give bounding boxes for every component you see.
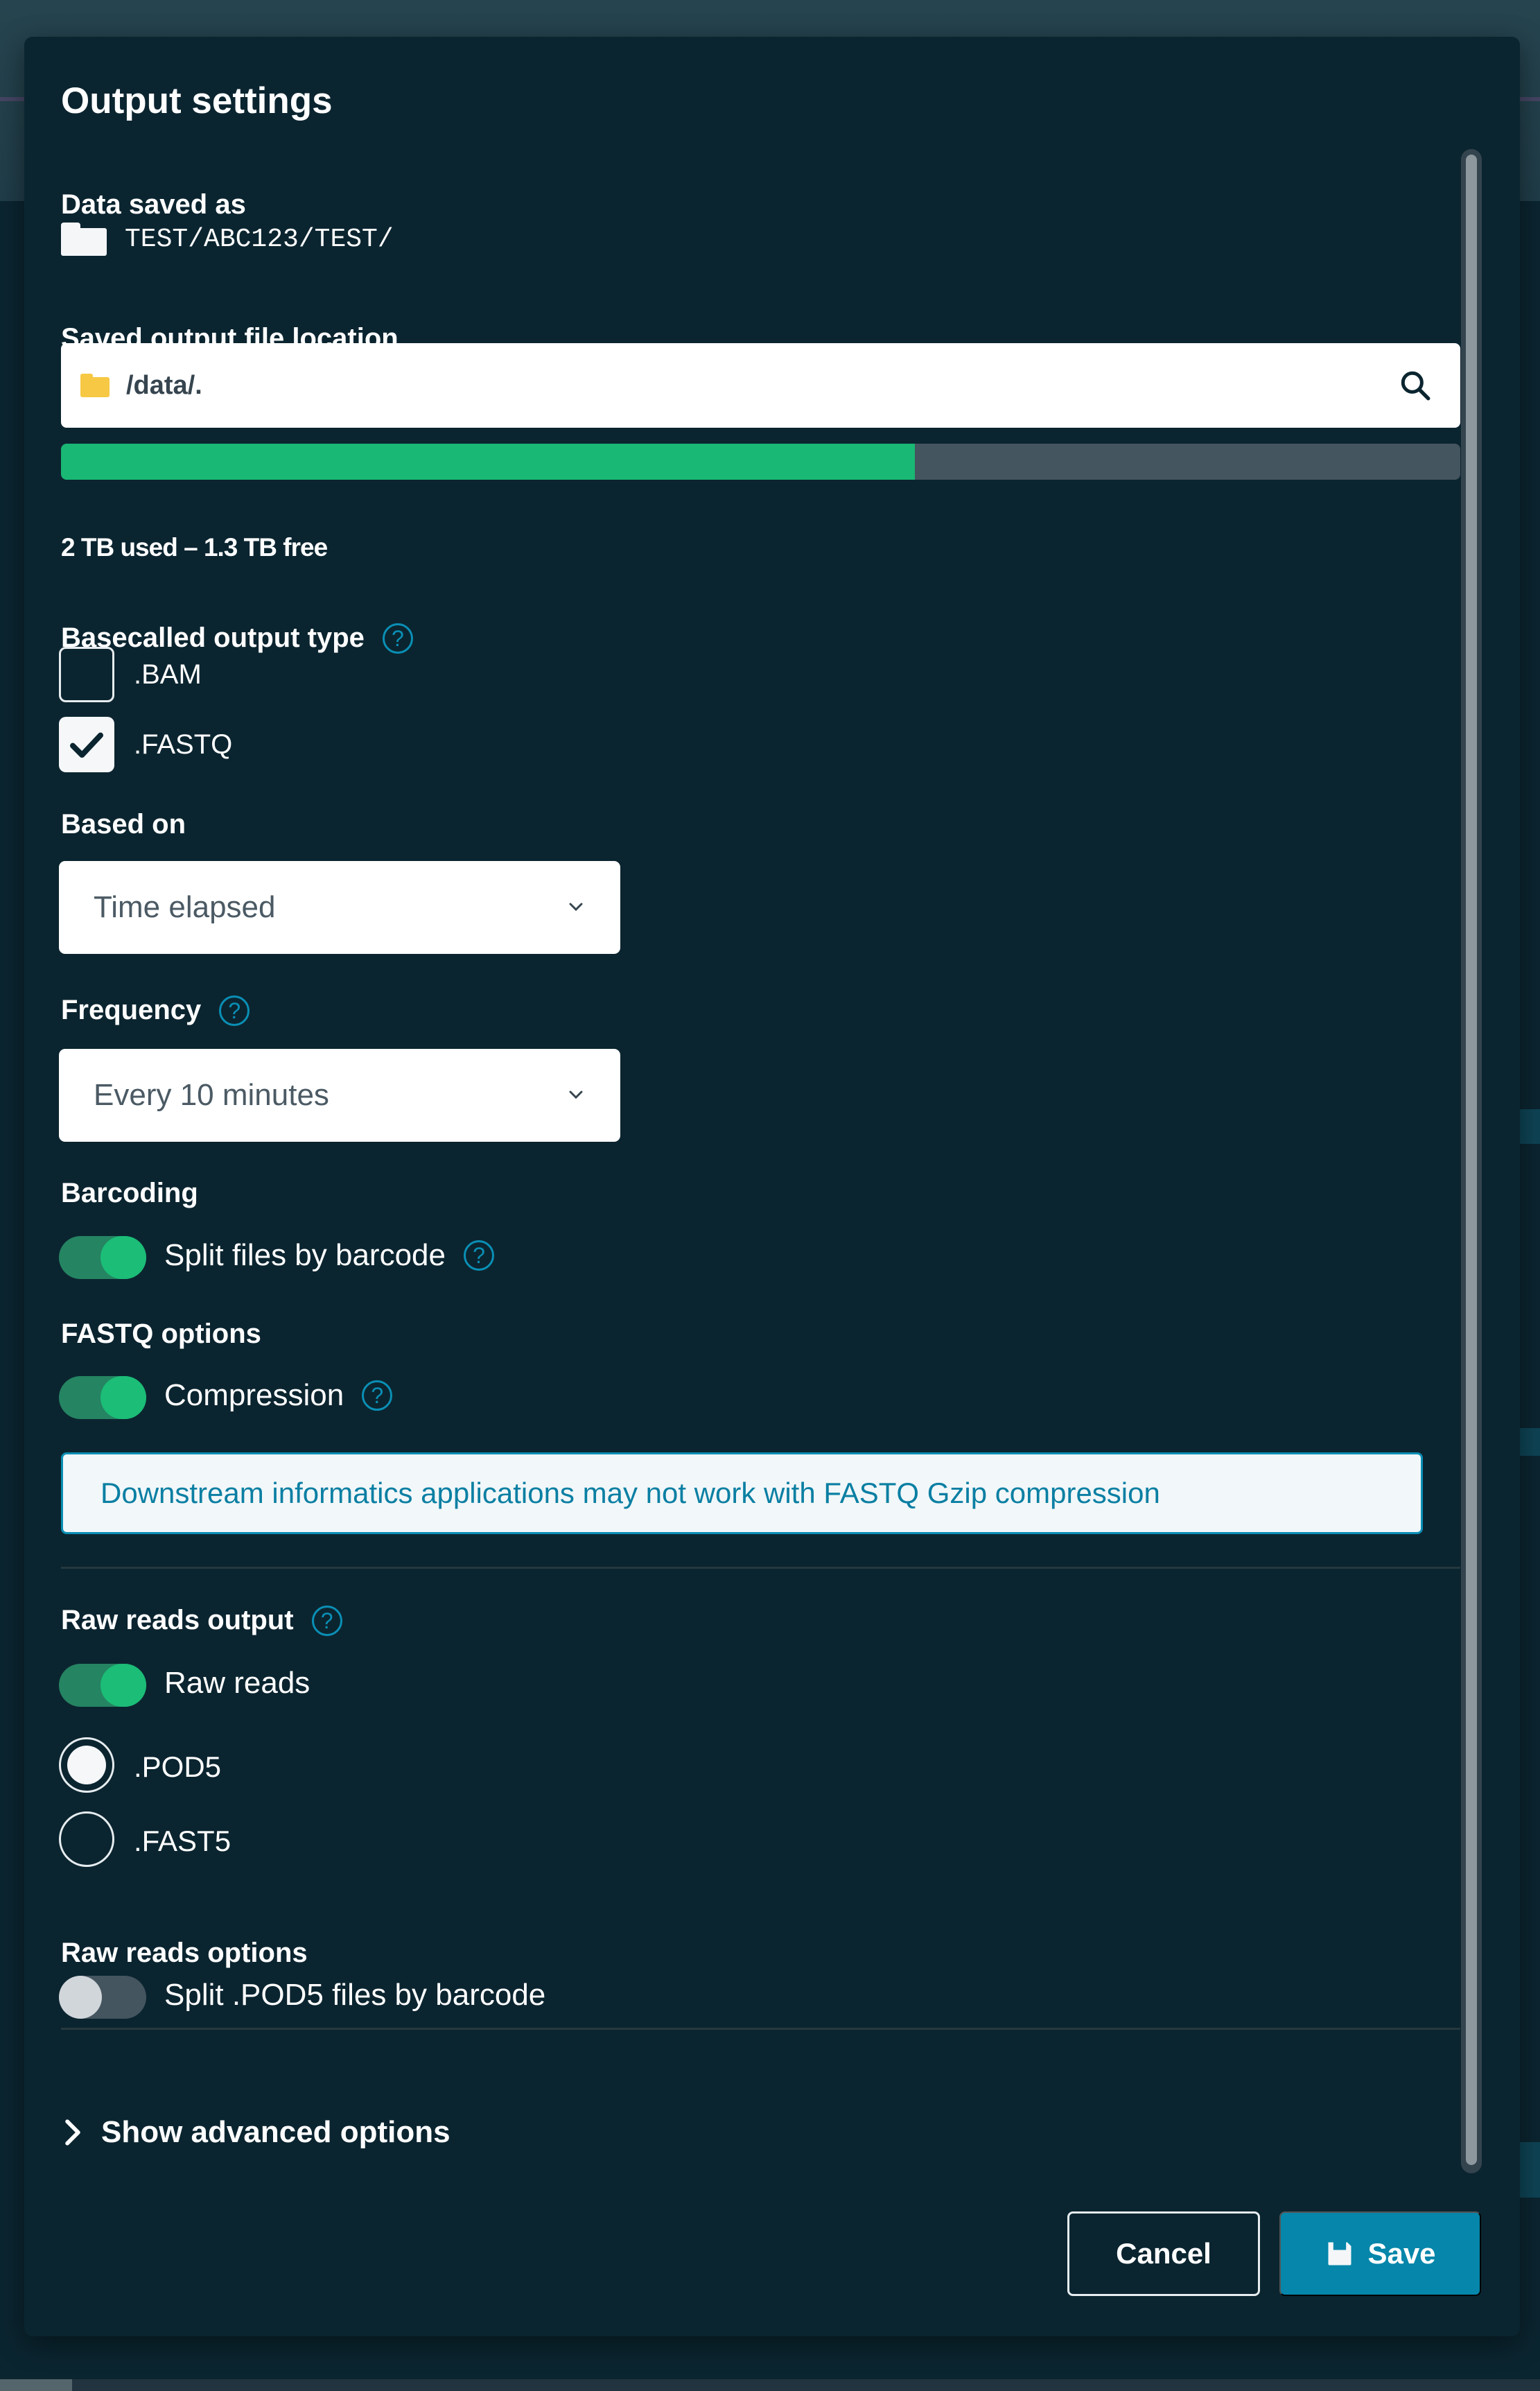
fastq-checkbox[interactable] xyxy=(59,717,114,772)
background-scrollbar-horizontal[interactable] xyxy=(0,2379,1540,2391)
show-advanced-options[interactable]: Show advanced options xyxy=(61,2115,450,2150)
data-saved-as-value-row: TEST/ABC123/TEST/ xyxy=(61,223,394,256)
split-files-toggle[interactable] xyxy=(59,1236,146,1279)
data-saved-as-label: Data saved as xyxy=(61,189,246,220)
help-icon[interactable]: ? xyxy=(311,1605,342,1636)
compression-info-message: Downstream informatics applications may … xyxy=(61,1452,1423,1534)
fast5-radio-label: .FAST5 xyxy=(134,1825,231,1857)
split-files-label: Split files by barcode xyxy=(164,1238,446,1272)
split-pod5-row: Split .POD5 files by barcode xyxy=(164,1978,545,2012)
raw-reads-label: Raw reads xyxy=(164,1666,310,1700)
basecalled-output-label: Basecalled output type ? xyxy=(61,623,413,654)
storage-usage-fill xyxy=(61,444,915,480)
chevron-right-icon xyxy=(65,2119,80,2146)
folder-icon xyxy=(61,223,107,256)
folder-icon xyxy=(80,374,110,397)
fast5-radio[interactable] xyxy=(59,1811,114,1867)
based-on-label: Based on xyxy=(61,809,186,840)
info-message-text: Downstream informatics applications may … xyxy=(100,1477,1160,1509)
dialog-title: Output settings xyxy=(61,80,333,121)
raw-reads-row: Raw reads xyxy=(164,1666,310,1701)
toggle-knob xyxy=(100,1236,146,1279)
file-location-input[interactable]: /data/. xyxy=(61,343,1460,428)
split-pod5-toggle[interactable] xyxy=(59,1976,146,2019)
output-settings-dialog: Output settings Data saved as TEST/ABC12… xyxy=(24,37,1520,2336)
frequency-label: Frequency ? xyxy=(61,995,250,1026)
frequency-label-text: Frequency xyxy=(61,995,202,1025)
help-icon[interactable]: ? xyxy=(464,1240,494,1271)
based-on-selected: Time elapsed xyxy=(94,890,276,924)
split-pod5-label: Split .POD5 files by barcode xyxy=(164,1978,546,2012)
raw-reads-options-label: Raw reads options xyxy=(61,1938,308,1968)
fastq-options-label: FASTQ options xyxy=(61,1319,261,1349)
bam-checkbox-label: .BAM xyxy=(134,659,202,690)
raw-reads-output-label: Raw reads output ? xyxy=(61,1605,342,1636)
pod5-radio[interactable] xyxy=(59,1737,114,1793)
storage-usage-bar xyxy=(61,444,1460,480)
chevron-down-icon xyxy=(569,1090,583,1099)
compression-toggle[interactable] xyxy=(59,1376,146,1419)
compression-row: Compression ? xyxy=(164,1378,393,1413)
cancel-button[interactable]: Cancel xyxy=(1067,2211,1260,2296)
pod5-radio-label: .POD5 xyxy=(134,1750,222,1783)
data-saved-as-path: TEST/ABC123/TEST/ xyxy=(125,224,394,254)
background-accent xyxy=(1520,1109,1540,1144)
frequency-selected: Every 10 minutes xyxy=(94,1078,329,1112)
storage-usage-text: 2 TB used – 1.3 TB free xyxy=(61,533,328,562)
help-icon[interactable]: ? xyxy=(382,623,413,654)
dialog-scrollbar-thumb[interactable] xyxy=(1466,155,1477,2165)
compression-label: Compression xyxy=(164,1378,344,1412)
floppy-disk-icon xyxy=(1328,2242,1351,2266)
checkmark-icon xyxy=(70,732,103,758)
dialog-scrollbar[interactable] xyxy=(1461,149,1482,2173)
toggle-knob xyxy=(100,1664,146,1707)
save-button[interactable]: Save xyxy=(1279,2211,1481,2296)
help-icon[interactable]: ? xyxy=(219,995,250,1026)
raw-reads-toggle[interactable] xyxy=(59,1664,146,1707)
background-accent xyxy=(1520,1428,1540,1456)
background-accent xyxy=(1520,2142,1540,2198)
toggle-knob xyxy=(59,1976,102,2019)
toggle-knob xyxy=(100,1376,146,1419)
search-icon[interactable] xyxy=(1398,368,1433,403)
save-button-label: Save xyxy=(1367,2237,1436,2270)
bam-checkbox[interactable] xyxy=(59,647,114,702)
show-advanced-options-label: Show advanced options xyxy=(101,2115,450,2149)
background-scrollbar-thumb[interactable] xyxy=(0,2379,72,2391)
split-files-row: Split files by barcode ? xyxy=(164,1238,494,1273)
raw-reads-output-label-text: Raw reads output xyxy=(61,1605,294,1635)
chevron-down-icon xyxy=(569,903,583,912)
based-on-select[interactable]: Time elapsed xyxy=(59,861,620,954)
barcoding-label: Barcoding xyxy=(61,1178,198,1208)
file-location-value: /data/. xyxy=(126,370,202,400)
frequency-select[interactable]: Every 10 minutes xyxy=(59,1049,620,1142)
section-divider xyxy=(61,1567,1460,1569)
section-divider xyxy=(61,2028,1460,2030)
help-icon[interactable]: ? xyxy=(362,1380,393,1411)
fastq-checkbox-label: .FASTQ xyxy=(134,729,233,760)
